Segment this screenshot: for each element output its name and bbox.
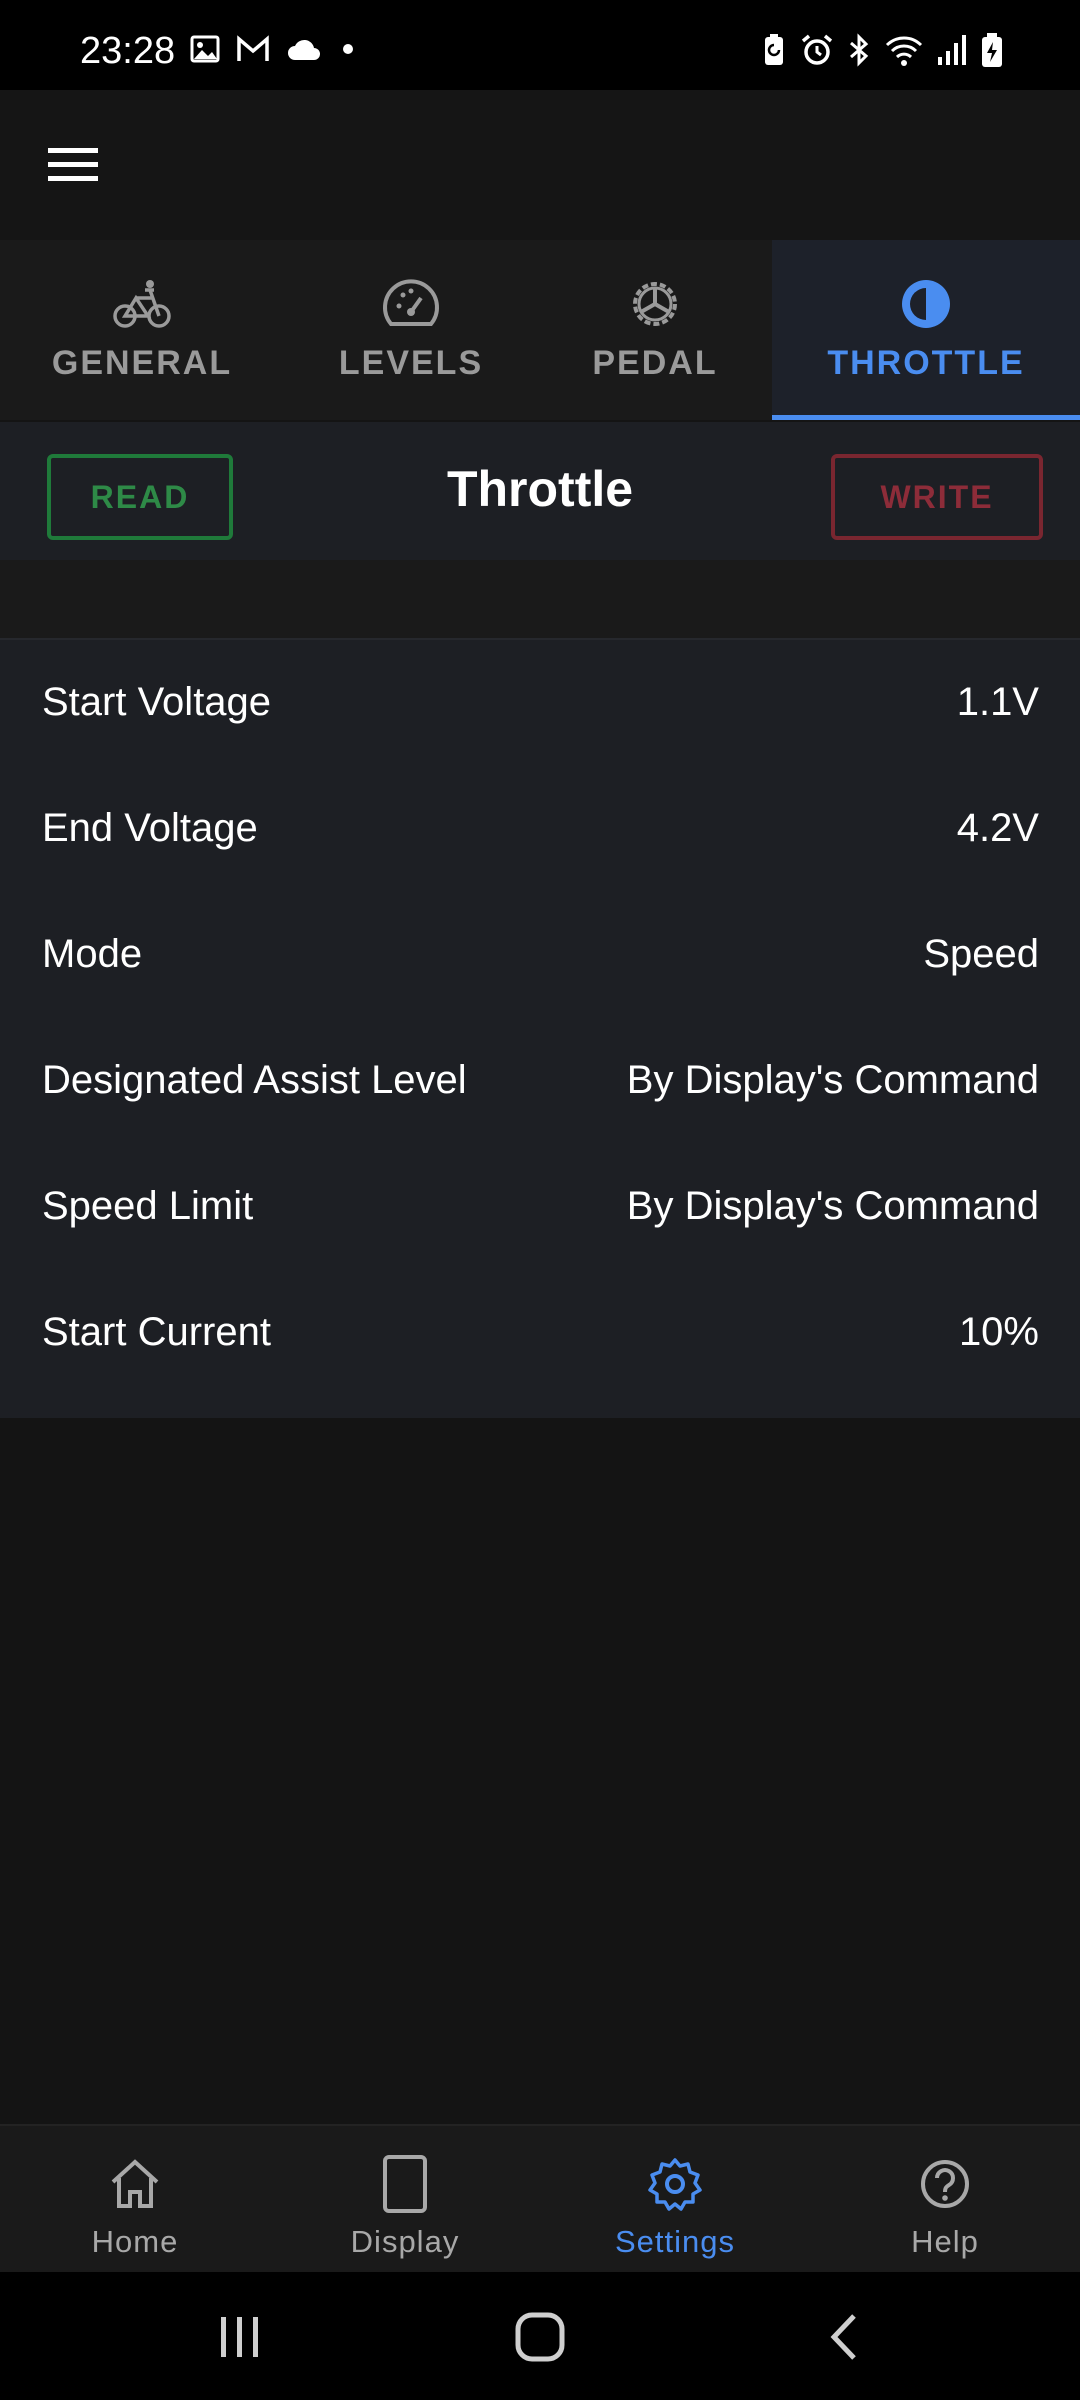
nav-home[interactable]: Home xyxy=(0,2126,270,2274)
status-time: 23:28 xyxy=(80,30,176,72)
section-divider xyxy=(0,560,1080,640)
system-navigation-bar xyxy=(0,2272,1080,2400)
setting-mode[interactable]: Mode Speed xyxy=(0,892,1080,1018)
display-icon xyxy=(381,2154,429,2214)
battery-charging-icon xyxy=(980,32,1004,73)
setting-value: By Display's Command xyxy=(626,1058,1039,1102)
cloud-icon xyxy=(286,36,322,67)
setting-label: End Voltage xyxy=(42,806,258,850)
status-notification-icons xyxy=(190,34,358,69)
nav-display-label: Display xyxy=(350,2224,460,2259)
tab-pedal-label: PEDAL xyxy=(592,344,718,382)
nav-display[interactable]: Display xyxy=(270,2126,540,2274)
home-circle-icon xyxy=(515,2312,565,2362)
signal-icon xyxy=(936,33,968,72)
help-icon xyxy=(917,2154,973,2214)
setting-label: Designated Assist Level xyxy=(42,1058,467,1102)
setting-speed-limit[interactable]: Speed Limit By Display's Command xyxy=(0,1144,1080,1270)
setting-start-current[interactable]: Start Current 10% xyxy=(0,1270,1080,1396)
tab-pedal[interactable]: PEDAL xyxy=(538,240,772,420)
wifi-icon xyxy=(884,33,924,72)
setting-value: 4.2V xyxy=(956,806,1039,850)
tab-throttle[interactable]: THROTTLE xyxy=(772,240,1080,420)
nav-help[interactable]: Help xyxy=(810,2126,1080,2274)
status-system-icons xyxy=(760,32,1004,73)
setting-value: 1.1V xyxy=(956,680,1039,724)
setting-label: Start Current xyxy=(42,1310,271,1354)
nav-home-label: Home xyxy=(91,2224,179,2259)
setting-value: By Display's Command xyxy=(626,1184,1039,1228)
home-system-button[interactable] xyxy=(500,2302,580,2372)
setting-end-voltage[interactable]: End Voltage 4.2V xyxy=(0,766,1080,892)
bluetooth-icon xyxy=(846,33,872,72)
setting-value: Speed xyxy=(923,932,1039,976)
settings-tabs: GENERAL LEVELS PEDAL THROTTLE xyxy=(0,240,1080,420)
nav-settings-label: Settings xyxy=(614,2224,735,2259)
tab-throttle-label: THROTTLE xyxy=(827,344,1025,382)
recent-apps-icon xyxy=(221,2317,258,2357)
tab-general[interactable]: GENERAL xyxy=(0,240,284,420)
bottom-navigation: Home Display Settings Help xyxy=(0,2124,1080,2274)
home-icon xyxy=(107,2154,163,2214)
half-circle-icon xyxy=(898,276,954,332)
back-chevron-icon xyxy=(830,2314,856,2360)
recent-apps-button[interactable] xyxy=(200,2302,280,2372)
setting-label: Mode xyxy=(42,932,143,976)
section-header: READ Throttle WRITE xyxy=(0,422,1080,560)
speedometer-icon xyxy=(381,276,441,332)
battery-saver-icon xyxy=(760,33,788,72)
dot-icon xyxy=(338,39,358,64)
write-button[interactable]: WRITE xyxy=(831,454,1043,540)
gallery-icon xyxy=(190,34,220,69)
nav-help-label: Help xyxy=(911,2224,979,2259)
app-bar xyxy=(0,90,1080,240)
tab-levels[interactable]: LEVELS xyxy=(284,240,538,420)
setting-start-voltage[interactable]: Start Voltage 1.1V xyxy=(0,640,1080,766)
tab-levels-label: LEVELS xyxy=(338,344,484,382)
setting-label: Start Voltage xyxy=(42,680,272,724)
tab-general-label: GENERAL xyxy=(51,344,233,382)
back-button[interactable] xyxy=(805,2302,885,2372)
hamburger-menu-icon xyxy=(48,148,98,181)
gear-icon xyxy=(647,2154,703,2214)
bicycle-icon xyxy=(112,276,172,332)
menu-button[interactable] xyxy=(40,136,106,192)
setting-designated-assist-level[interactable]: Designated Assist Level By Display's Com… xyxy=(0,1018,1080,1144)
nav-settings[interactable]: Settings xyxy=(540,2126,810,2274)
status-bar: 23:28 xyxy=(0,0,1080,90)
setting-label: Speed Limit xyxy=(42,1184,254,1228)
setting-value: 10% xyxy=(958,1310,1039,1354)
chainring-icon xyxy=(627,276,683,332)
screen: 23:28 GENERAL LEVELS PEDAL THROTTLE READ… xyxy=(0,0,1080,2400)
settings-list: Start Voltage 1.1V End Voltage 4.2V Mode… xyxy=(0,640,1080,1418)
gmail-icon xyxy=(236,35,270,68)
alarm-icon xyxy=(800,33,834,72)
